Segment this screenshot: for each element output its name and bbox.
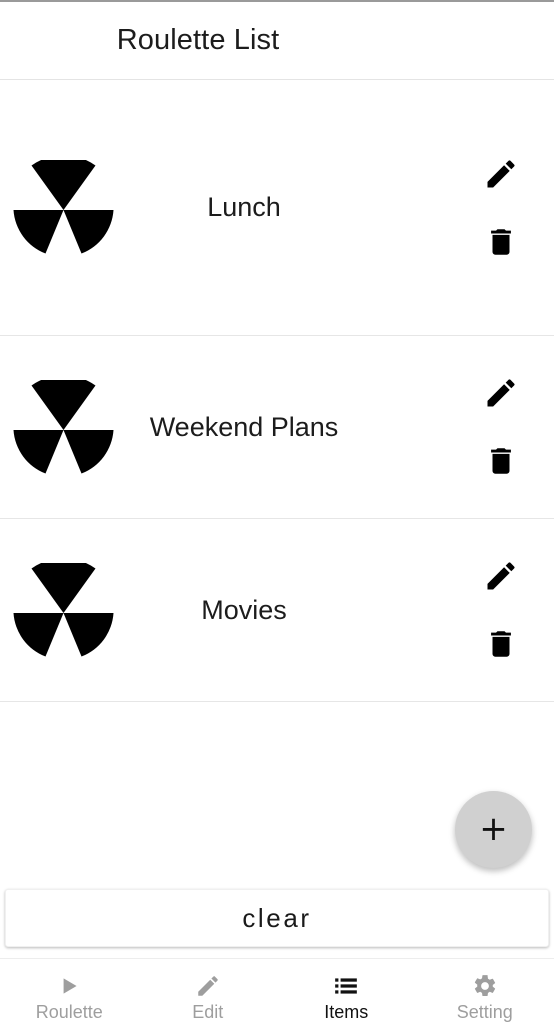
list-icon	[333, 973, 359, 999]
row-actions	[458, 152, 554, 264]
nav-label-items: Items	[324, 1001, 369, 1022]
bottom-navigation: Roulette Edit Items Setting	[0, 958, 554, 1030]
list-item-label: Movies	[201, 594, 287, 625]
row-actions	[458, 371, 554, 483]
nav-item-edit[interactable]: Edit	[139, 959, 278, 1030]
edit-button[interactable]	[479, 371, 523, 415]
row-icon-cell	[0, 374, 126, 475]
nav-item-setting[interactable]: Setting	[416, 959, 554, 1030]
delete-button[interactable]	[479, 622, 523, 666]
roulette-wheel-icon	[12, 557, 115, 658]
edit-button[interactable]	[479, 554, 523, 598]
nav-label-setting: Setting	[456, 1001, 513, 1022]
table-row[interactable]: Movies	[0, 519, 554, 702]
row-icon-cell	[0, 557, 126, 658]
pencil-icon	[195, 973, 221, 999]
nav-item-items[interactable]: Items	[277, 959, 416, 1030]
page-title: Roulette List	[116, 24, 280, 56]
trash-icon	[484, 627, 518, 661]
row-label-cell: Weekend Plans	[126, 412, 458, 443]
clear-button-label: clear	[242, 902, 312, 933]
trash-icon	[484, 444, 518, 478]
gear-icon	[472, 973, 498, 999]
add-item-button[interactable]: +	[455, 791, 532, 868]
pencil-icon	[483, 558, 519, 594]
delete-button[interactable]	[479, 220, 523, 264]
row-label-cell: Movies	[126, 595, 458, 626]
edit-button[interactable]	[479, 152, 523, 196]
roulette-wheel-icon	[12, 374, 115, 475]
pencil-icon	[483, 375, 519, 411]
table-row[interactable]: Weekend Plans	[0, 336, 554, 519]
clear-button[interactable]: clear	[5, 889, 549, 947]
list-item-label: Weekend Plans	[149, 411, 339, 442]
nav-label-edit: Edit	[192, 1001, 224, 1022]
table-row[interactable]: Lunch	[0, 80, 554, 336]
roulette-list: Lunch Weekend Plans Movies +	[0, 80, 554, 886]
clear-button-container: clear	[0, 886, 554, 958]
row-label-cell: Lunch	[126, 192, 458, 223]
play-icon	[56, 973, 82, 999]
delete-button[interactable]	[479, 439, 523, 483]
app-root: Roulette List Lunch Weekend Plans Movies…	[0, 0, 554, 1030]
list-item-label: Lunch	[207, 192, 281, 222]
nav-item-roulette[interactable]: Roulette	[0, 959, 139, 1030]
row-icon-cell	[0, 155, 126, 255]
row-actions	[458, 554, 554, 666]
nav-label-roulette: Roulette	[35, 1001, 103, 1022]
roulette-wheel-icon	[12, 155, 115, 255]
plus-icon: +	[479, 808, 508, 849]
pencil-icon	[483, 156, 519, 192]
trash-icon	[484, 225, 518, 259]
app-bar: Roulette List	[0, 2, 554, 80]
